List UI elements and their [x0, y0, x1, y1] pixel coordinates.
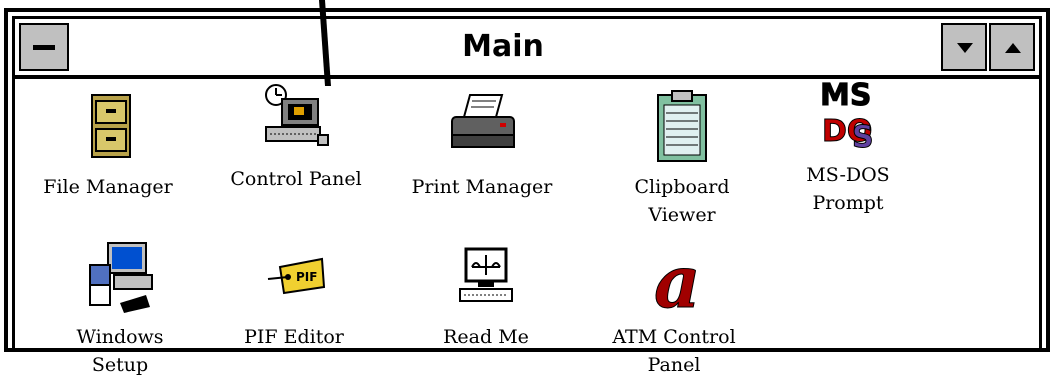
- control-panel-icon: [265, 84, 329, 146]
- title-bar[interactable]: Main: [15, 19, 1039, 79]
- program-item-print-manager[interactable]: Print Manager: [387, 87, 577, 201]
- svg-text:PIF: PIF: [296, 270, 317, 284]
- system-menu-button[interactable]: [19, 23, 69, 71]
- maximize-arrow-icon: [1005, 43, 1021, 53]
- window-title: Main: [462, 29, 544, 64]
- windows-setup-icon: [89, 242, 153, 313]
- file-cabinet-icon: [91, 94, 131, 158]
- program-item-control-panel[interactable]: Control Panel: [201, 79, 391, 193]
- minimize-button[interactable]: [941, 23, 987, 71]
- icon-label: Clipboard Viewer: [634, 176, 730, 226]
- program-item-windows-setup[interactable]: Windows Setup: [25, 237, 215, 379]
- icon-label: MS-DOS Prompt: [806, 164, 890, 214]
- clipboard-icon: [657, 90, 707, 162]
- program-group-window[interactable]: Main File Manager Control Panel Print Ma…: [4, 8, 1050, 377]
- program-item-pif-editor[interactable]: PIF PIF Editor: [199, 237, 389, 351]
- program-item-file-manager[interactable]: File Manager: [13, 87, 203, 201]
- svg-text:S: S: [852, 120, 874, 155]
- ms-dos-icon: MS DO S: [820, 78, 875, 156]
- icon-label: File Manager: [43, 176, 173, 198]
- icon-label: Print Manager: [411, 176, 553, 198]
- icon-label: Windows Setup: [76, 326, 164, 376]
- icon-label: ATM Control Panel: [612, 326, 736, 376]
- icon-label: Control Panel: [230, 168, 362, 190]
- program-item-read-me[interactable]: Read Me: [391, 237, 581, 351]
- atm-icon: a: [654, 239, 702, 325]
- minimize-arrow-icon: [957, 43, 973, 53]
- program-item-clipboard-viewer[interactable]: Clipboard Viewer: [587, 87, 777, 229]
- svg-text:MS: MS: [820, 78, 871, 113]
- program-item-ms-dos-prompt[interactable]: MS DO S MS-DOS Prompt: [753, 75, 943, 217]
- program-item-atm-control-panel[interactable]: a ATM Control Panel: [579, 237, 769, 379]
- maximize-button[interactable]: [989, 23, 1035, 71]
- window-frame: Main File Manager Control Panel Print Ma…: [12, 16, 1042, 377]
- svg-text:a: a: [654, 239, 701, 317]
- icon-label: PIF Editor: [244, 326, 344, 348]
- read-me-icon: [459, 247, 513, 302]
- icon-label: Read Me: [443, 326, 529, 348]
- pif-editor-icon: PIF: [267, 257, 326, 295]
- printer-icon: [451, 94, 515, 148]
- icon-area: File Manager Control Panel Print Manager…: [13, 78, 1039, 377]
